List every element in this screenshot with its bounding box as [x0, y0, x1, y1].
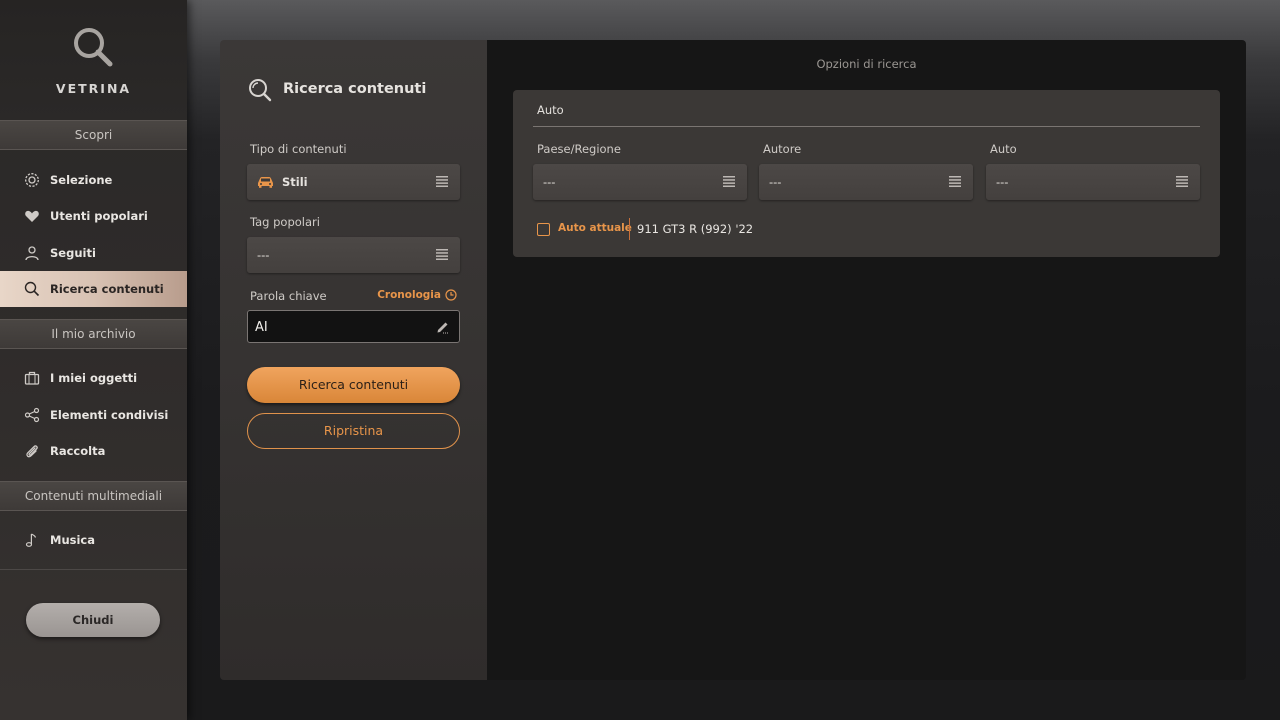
gear-icon [24, 172, 40, 188]
sidebar-item-label: I miei oggetti [50, 371, 138, 385]
share-icon [24, 407, 40, 423]
car-label: Auto [990, 142, 1017, 156]
list-icon [723, 176, 735, 187]
options-title: Opzioni di ricerca [816, 57, 917, 71]
tags-select[interactable]: --- [247, 237, 460, 273]
sidebar-item-music[interactable]: Musica [0, 522, 187, 558]
card-title: Auto [537, 103, 564, 117]
country-select[interactable]: --- [533, 164, 747, 200]
content-type-value: Stili [282, 175, 308, 189]
music-note-icon [24, 532, 40, 548]
content-type-label: Tipo di contenuti [250, 142, 347, 156]
keyword-label: Parola chiave [250, 289, 327, 303]
sidebar-item-label: Seguiti [50, 246, 96, 260]
keyword-value: AI [255, 320, 268, 335]
close-button[interactable]: Chiudi [26, 603, 160, 637]
content-type-select[interactable]: Stili [247, 164, 460, 200]
history-label: Cronologia [377, 289, 441, 301]
options-panel: Opzioni di ricerca Auto Paese/Regione --… [487, 40, 1246, 680]
author-label: Autore [763, 142, 802, 156]
reset-button[interactable]: Ripristina [247, 413, 460, 449]
divider [533, 126, 1200, 127]
search-icon [24, 281, 40, 297]
divider [629, 218, 630, 240]
history-link[interactable]: Cronologia [377, 289, 457, 301]
tags-value: --- [257, 248, 270, 262]
list-icon [1176, 176, 1188, 187]
car-icon [258, 177, 273, 188]
sidebar-item-label: Musica [50, 533, 95, 547]
sidebar-item-label: Utenti popolari [50, 209, 148, 223]
sidebar: VETRINA Scopri Selezione Utenti popolari… [0, 0, 187, 720]
sidebar-item-content-search[interactable]: Ricerca contenuti [0, 271, 187, 307]
paperclip-icon [24, 443, 40, 459]
heart-icon [24, 208, 40, 224]
briefcase-icon [24, 370, 40, 386]
sidebar-item-popular-users[interactable]: Utenti popolari [0, 198, 187, 234]
pencil-icon [437, 322, 449, 334]
section-header-media: Contenuti multimediali [0, 481, 187, 511]
search-icon [74, 28, 113, 67]
divider [0, 569, 187, 570]
sidebar-item-label: Raccolta [50, 444, 106, 458]
user-icon [24, 245, 40, 261]
sidebar-item-following[interactable]: Seguiti [0, 235, 187, 271]
current-car-label[interactable]: Auto attuale [558, 222, 632, 234]
section-header-discover: Scopri [0, 120, 187, 150]
brand-title: VETRINA [55, 81, 132, 96]
country-value: --- [543, 175, 556, 189]
sidebar-item-label: Selezione [50, 173, 113, 187]
car-select[interactable]: --- [986, 164, 1200, 200]
brand-header: VETRINA [0, 0, 187, 120]
clock-icon [445, 289, 457, 301]
author-select[interactable]: --- [759, 164, 973, 200]
list-icon [949, 176, 961, 187]
country-label: Paese/Regione [537, 142, 621, 156]
sidebar-item-shared[interactable]: Elementi condivisi [0, 397, 187, 433]
sidebar-item-label: Ricerca contenuti [50, 282, 164, 296]
panel-title: Ricerca contenuti [283, 81, 427, 97]
current-car-name: 911 GT3 R (992) '22 [637, 222, 754, 236]
author-value: --- [769, 175, 782, 189]
tags-label: Tag popolari [250, 215, 320, 229]
list-icon [436, 176, 448, 187]
sidebar-item-my-items[interactable]: I miei oggetti [0, 360, 187, 396]
list-icon [436, 249, 448, 260]
section-header-archive: Il mio archivio [0, 319, 187, 349]
sidebar-item-label: Elementi condivisi [50, 408, 169, 422]
keyword-input[interactable]: AI [247, 310, 460, 343]
car-value: --- [996, 175, 1009, 189]
search-button[interactable]: Ricerca contenuti [247, 367, 460, 403]
sidebar-item-selection[interactable]: Selezione [0, 162, 187, 198]
search-panel: Ricerca contenuti Tipo di contenuti Stil… [220, 40, 487, 680]
car-options-card: Auto Paese/Regione --- Autore --- Auto -… [513, 90, 1220, 257]
sidebar-item-collection[interactable]: Raccolta [0, 433, 187, 469]
current-car-checkbox[interactable] [537, 223, 550, 236]
search-icon [249, 79, 272, 102]
